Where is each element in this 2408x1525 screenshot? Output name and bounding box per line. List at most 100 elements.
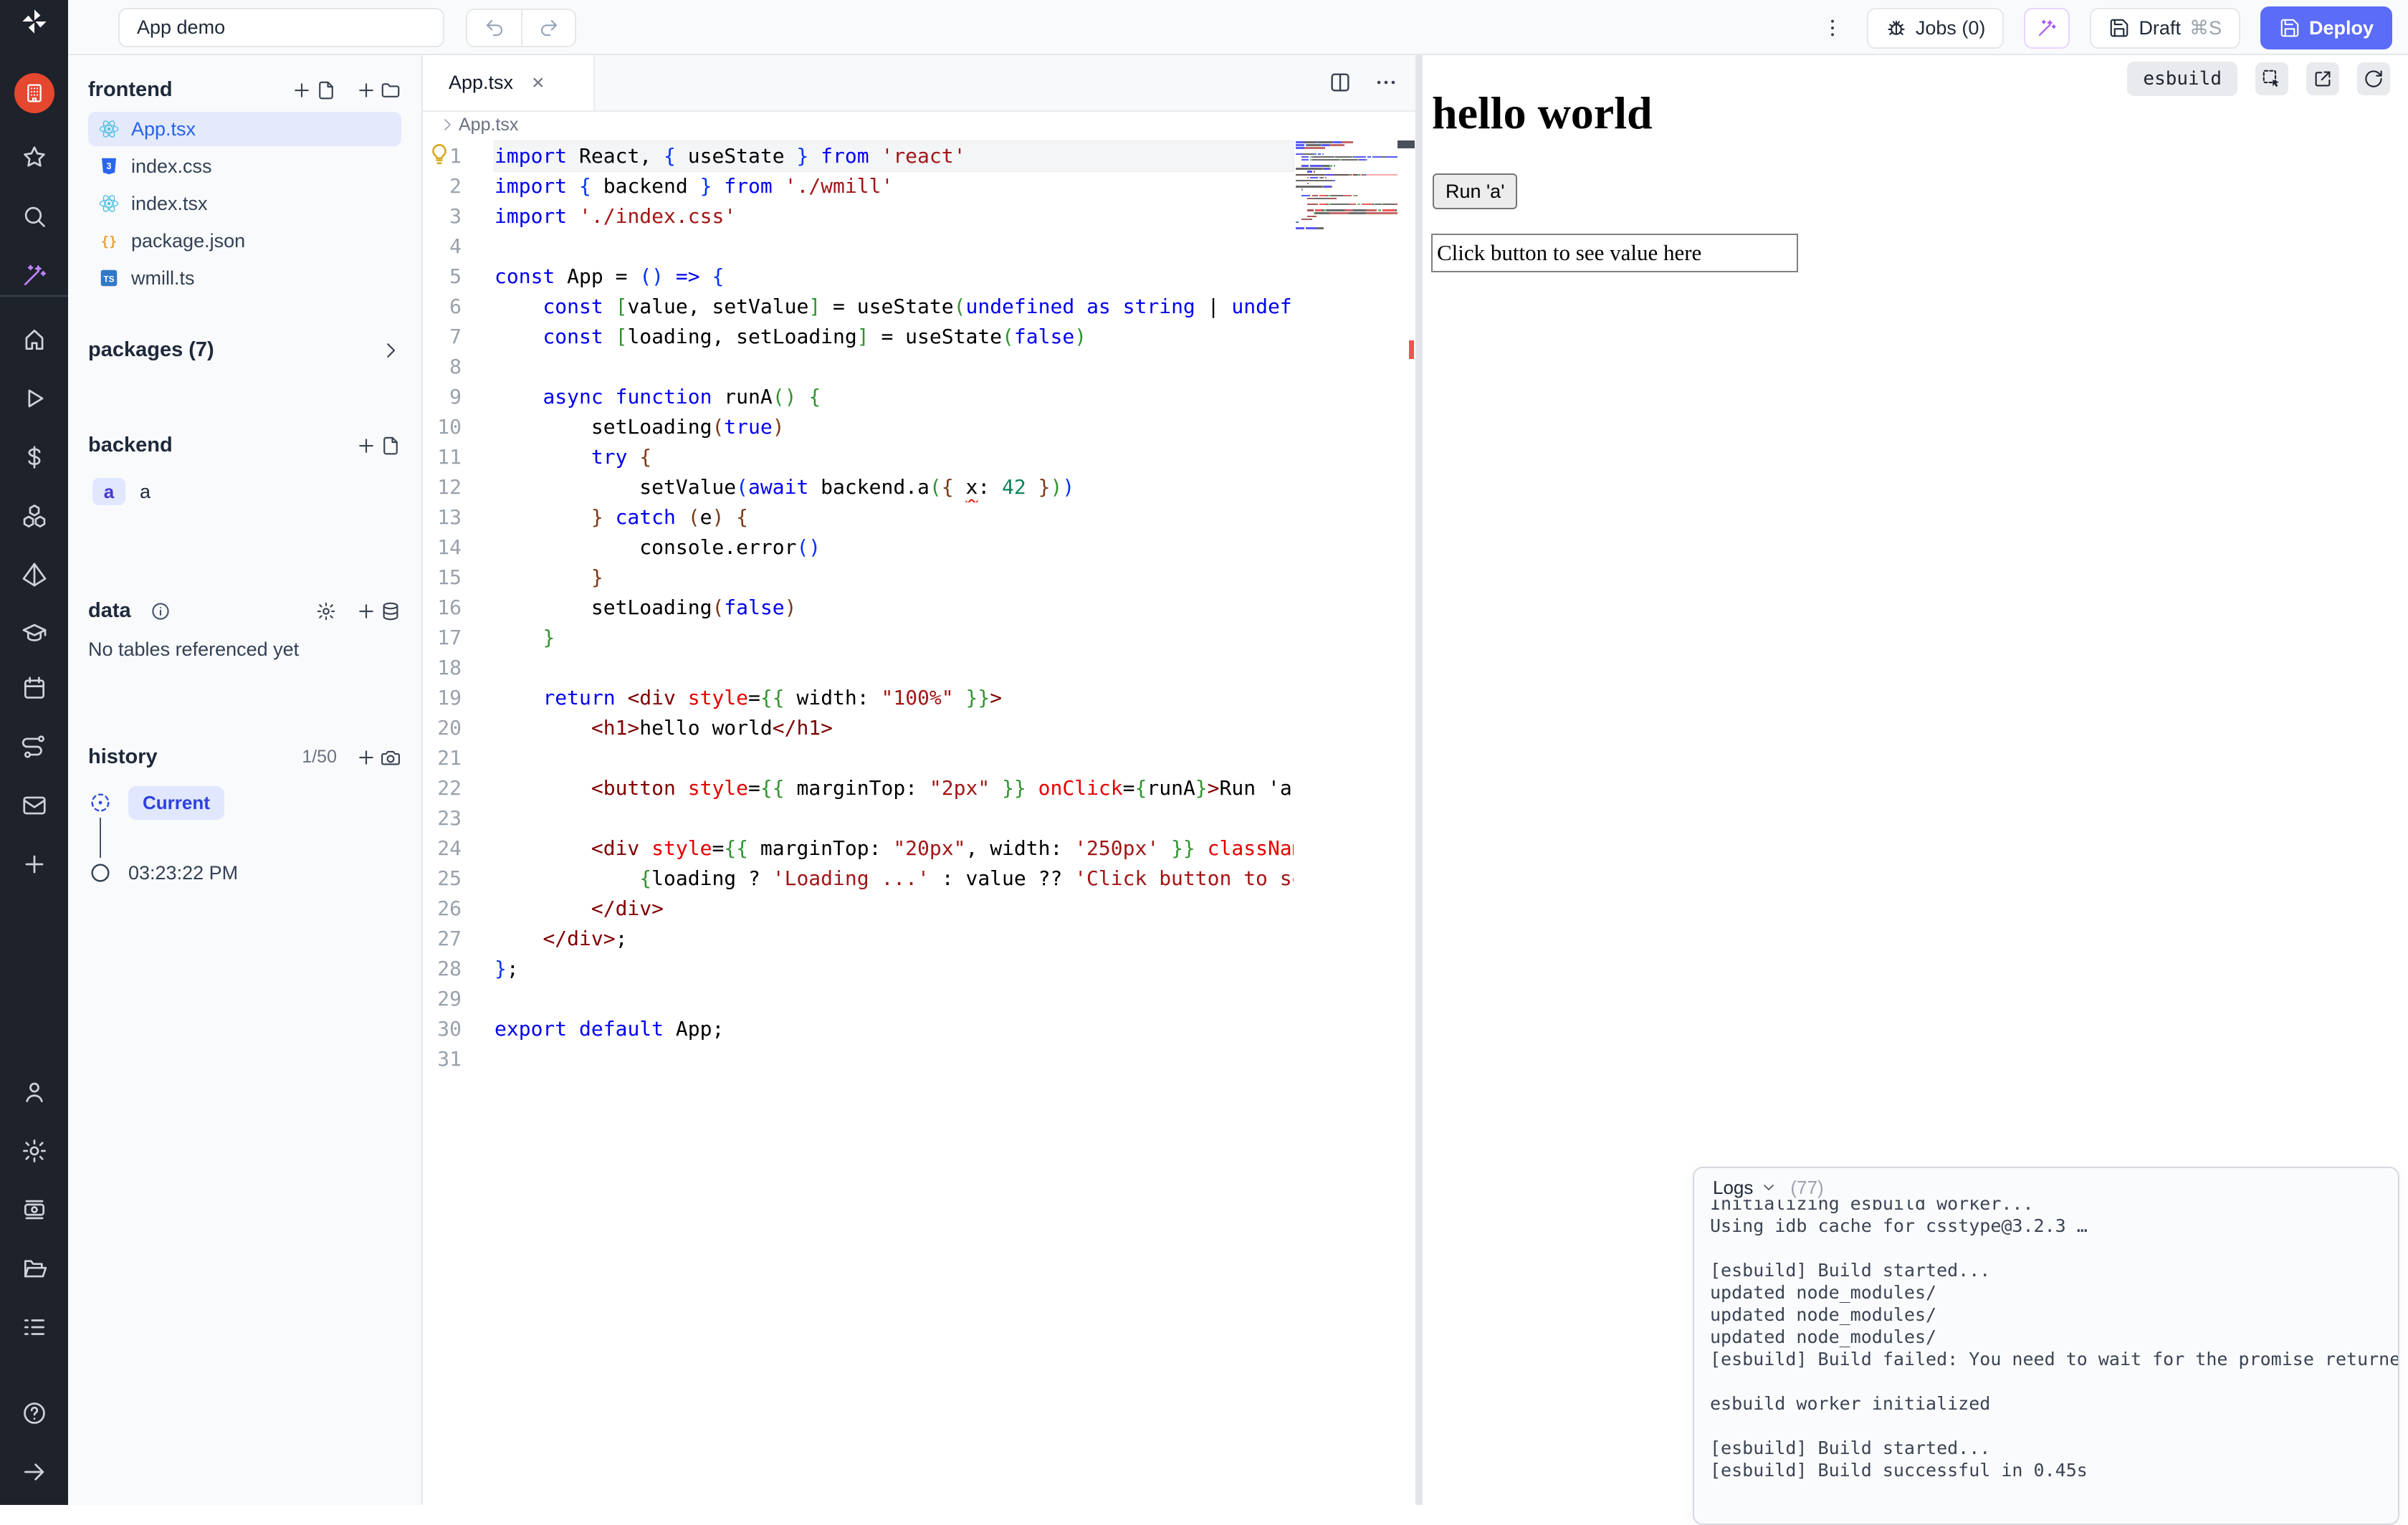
breadcrumb-file[interactable]: App.tsx <box>459 115 518 135</box>
code-line-6[interactable]: 6 const [value, setValue] = useState(und… <box>423 292 1415 322</box>
code-line-21[interactable]: 21 <box>423 743 1415 773</box>
windmill-logo-icon[interactable] <box>20 7 49 36</box>
line-number: 22 <box>423 773 494 803</box>
inspect-select-icon[interactable] <box>2255 62 2288 95</box>
code-line-3[interactable]: 3import './index.css' <box>423 201 1415 231</box>
code-line-27[interactable]: 27 </div>; <box>423 924 1415 954</box>
code-line-31[interactable]: 31 <box>423 1044 1415 1074</box>
file-item-index-css[interactable]: 3index.css <box>88 149 401 183</box>
help-icon[interactable] <box>20 1399 49 1428</box>
code-line-28[interactable]: 28}; <box>423 954 1415 984</box>
user-icon[interactable] <box>20 1078 49 1106</box>
save-icon <box>2279 17 2300 39</box>
editor-preview-divider[interactable] <box>1415 55 1423 1505</box>
file-item-package-json[interactable]: {}package.json <box>88 224 401 258</box>
history-entry-timestamp[interactable]: 03:23:22 PM <box>88 856 401 889</box>
chevron-down-icon[interactable] <box>1760 1179 1777 1196</box>
code-line-2[interactable]: 2import { backend } from './wmill' <box>423 171 1415 201</box>
code-line-10[interactable]: 10 setLoading(true) <box>423 412 1415 442</box>
code-line-19[interactable]: 19 return <div style={{ width: "100%" }}… <box>423 683 1415 713</box>
flows-route-icon[interactable] <box>20 732 49 761</box>
code-line-4[interactable]: 4 <box>423 231 1415 262</box>
snapshot-button[interactable] <box>355 747 401 768</box>
settings-gear-icon[interactable] <box>20 1137 49 1165</box>
add-file-button[interactable] <box>291 80 337 101</box>
editor-more-icon[interactable] <box>1374 70 1401 97</box>
code-line-30[interactable]: 30export default App; <box>423 1014 1415 1044</box>
code-line-8[interactable]: 8 <box>423 352 1415 382</box>
esbuild-badge[interactable]: esbuild <box>2127 62 2237 96</box>
code-line-9[interactable]: 9 async function runA() { <box>423 382 1415 412</box>
log-line: [esbuild] Build failed: You need to wait… <box>1710 1348 2398 1370</box>
search-icon[interactable] <box>20 202 49 231</box>
logs-output[interactable]: Initializing esbuild worker...Using idb … <box>1694 1192 2398 1481</box>
backend-script-item[interactable]: a a <box>88 476 401 507</box>
code-line-18[interactable]: 18 <box>423 653 1415 683</box>
code-line-7[interactable]: 7 const [loading, setLoading] = useState… <box>423 322 1415 352</box>
code-line-12[interactable]: 12 setValue(await backend.a({ x: 42 })) <box>423 472 1415 502</box>
ai-assistant-button[interactable] <box>2024 8 2070 49</box>
minimap[interactable] <box>1296 141 1398 233</box>
file-item-app-tsx[interactable]: App.tsx <box>88 112 401 146</box>
code-line-13[interactable]: 13 } catch (e) { <box>423 502 1415 532</box>
run-a-button[interactable]: Run 'a' <box>1433 173 1517 209</box>
code-line-26[interactable]: 26 </div> <box>423 894 1415 924</box>
deploy-button[interactable]: Deploy <box>2260 6 2392 49</box>
runs-play-icon[interactable] <box>20 384 49 413</box>
code-line-22[interactable]: 22 <button style={{ marginTop: "2px" }} … <box>423 773 1415 803</box>
folders-icon[interactable] <box>20 1254 49 1283</box>
tutorials-graduation-cap-icon[interactable] <box>20 619 49 648</box>
redo-button[interactable] <box>521 10 575 46</box>
code-line-1[interactable]: 1import React, { useState } from 'react' <box>423 141 1415 171</box>
file-name: App.tsx <box>131 118 196 140</box>
line-number: 3 <box>423 201 494 231</box>
open-external-icon[interactable] <box>2306 62 2339 95</box>
code-line-25[interactable]: 25 {loading ? 'Loading ...' : value ?? '… <box>423 864 1415 894</box>
home-icon[interactable] <box>20 325 49 354</box>
code-line-14[interactable]: 14 console.error() <box>423 532 1415 563</box>
lightbulb-icon[interactable] <box>427 142 453 168</box>
add-plus-icon[interactable] <box>20 850 49 879</box>
collapse-arrow-icon[interactable] <box>20 1458 49 1486</box>
code-line-29[interactable]: 29 <box>423 984 1415 1014</box>
info-icon[interactable] <box>150 601 171 622</box>
log-line: [esbuild] Build successful in 0.45s <box>1710 1459 2398 1481</box>
split-view-icon[interactable] <box>1328 70 1355 97</box>
undo-button[interactable] <box>467 10 521 46</box>
workers-icon[interactable] <box>20 1195 49 1224</box>
code-line-20[interactable]: 20 <h1>hello world</h1> <box>423 713 1415 743</box>
favorites-star-icon[interactable] <box>20 143 49 172</box>
variables-dollar-icon[interactable] <box>20 443 49 472</box>
more-menu-icon[interactable] <box>1818 14 1847 42</box>
code-line-11[interactable]: 11 try { <box>423 442 1415 472</box>
workspace-badge[interactable] <box>14 73 54 113</box>
resources-cubes-icon[interactable] <box>20 502 49 530</box>
code-line-23[interactable]: 23 <box>423 803 1415 833</box>
code-line-17[interactable]: 17 } <box>423 623 1415 653</box>
schedules-calendar-icon[interactable] <box>20 674 49 702</box>
list-details-icon[interactable] <box>20 1313 49 1342</box>
code-line-16[interactable]: 16 setLoading(false) <box>423 593 1415 623</box>
add-script-button[interactable] <box>355 435 401 456</box>
refresh-icon[interactable] <box>2357 62 2390 95</box>
tab-app-tsx[interactable]: App.tsx × <box>423 55 595 110</box>
draft-button[interactable]: Draft ⌘S <box>2090 8 2240 49</box>
add-table-button[interactable] <box>355 601 401 622</box>
code-line-24[interactable]: 24 <div style={{ marginTop: "20px", widt… <box>423 833 1415 864</box>
close-tab-icon[interactable]: × <box>532 72 545 94</box>
data-settings-gear-icon[interactable] <box>315 601 337 622</box>
ai-wand-icon[interactable] <box>20 261 49 290</box>
history-entry-current[interactable]: Current <box>88 786 401 819</box>
file-item-wmill-ts[interactable]: TSwmill.ts <box>88 261 401 295</box>
app-name-input[interactable] <box>118 8 444 47</box>
file-item-index-tsx[interactable]: index.tsx <box>88 186 401 221</box>
pyramid-icon[interactable] <box>20 560 49 589</box>
mail-icon[interactable] <box>20 791 49 820</box>
code-line-15[interactable]: 15 } <box>423 563 1415 593</box>
packages-section-header[interactable]: packages (7) <box>88 338 401 362</box>
jobs-button[interactable]: Jobs (0) <box>1867 8 2005 49</box>
add-folder-button[interactable] <box>355 80 401 101</box>
code-line-5[interactable]: 5const App = () => { <box>423 262 1415 292</box>
scrollbar-thumb[interactable] <box>1398 140 1415 148</box>
code-area[interactable]: 1import React, { useState } from 'react'… <box>423 138 1415 1504</box>
